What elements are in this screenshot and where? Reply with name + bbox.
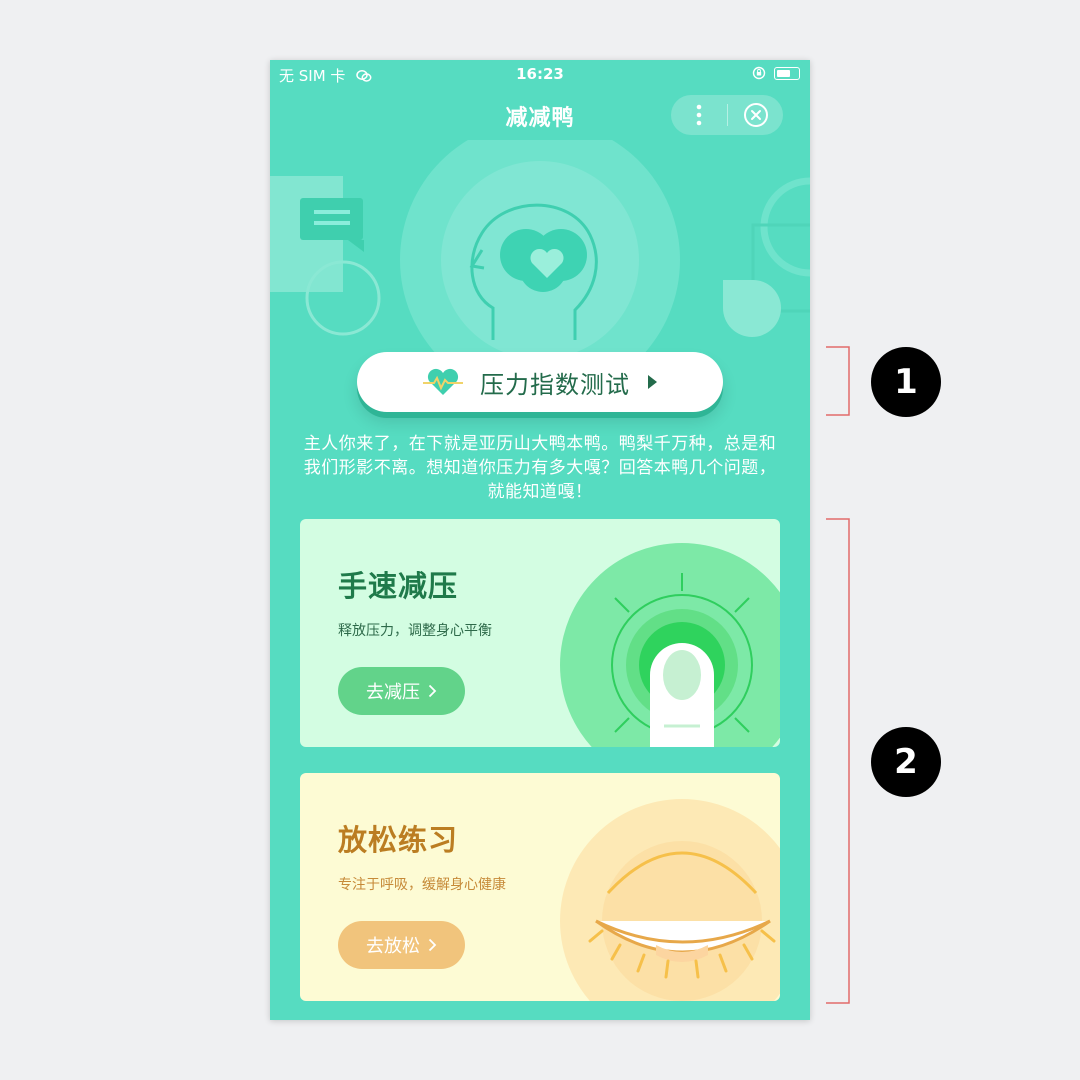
card-subtitle: 释放压力，调整身心平衡	[338, 623, 492, 639]
chevron-right-icon	[428, 684, 437, 698]
callout-badge-1: 1	[871, 347, 941, 417]
card-subtitle: 专注于呼吸，缓解身心健康	[338, 877, 506, 893]
callout-badge-2: 2	[871, 727, 941, 797]
ring-decor-right	[760, 177, 810, 277]
chat-bubble-icon	[300, 198, 363, 240]
pressure-test-label: 压力指数测试	[480, 370, 630, 399]
relax-practice-card[interactable]: 放松练习 专注于呼吸，缓解身心健康 去放松	[300, 773, 780, 1001]
battery-icon	[774, 66, 800, 80]
status-time: 16:23	[516, 65, 564, 83]
close-icon	[743, 103, 768, 127]
more-icon	[696, 104, 702, 126]
more-button[interactable]	[671, 95, 727, 135]
mini-program-capsule	[671, 95, 783, 135]
lock-rotation-icon	[752, 66, 766, 80]
heartbeat-icon	[423, 368, 463, 395]
go-relief-button[interactable]: 去减压	[338, 667, 465, 715]
intro-text: 主人你来了，在下就是亚历山大鸭本鸭。鸭梨千万种，总是和我们形影不离。想知道你压力…	[303, 434, 777, 502]
status-bar: 无 SIM 卡 16:23	[270, 60, 810, 88]
close-button[interactable]	[728, 95, 783, 135]
pressure-test-button[interactable]: 压力指数测试	[357, 352, 723, 412]
speed-relief-card[interactable]: 手速减压 释放压力，调整身心平衡 去减压	[300, 519, 780, 747]
go-relax-button[interactable]: 去放松	[338, 921, 465, 969]
go-relax-label: 去放松	[366, 936, 420, 957]
drop-decor	[723, 280, 781, 337]
closed-eye-illustration	[560, 799, 780, 1001]
phone-screen: 无 SIM 卡 16:23 减减鸭 压力指数测试 主人你来了，在下就是亚历山大鸭…	[270, 60, 810, 1020]
card-title: 手速减压	[338, 569, 459, 603]
finger-tap-illustration	[560, 543, 780, 747]
play-arrow-icon	[648, 375, 657, 389]
callout-bracket-2	[826, 518, 850, 1004]
card-title: 放松练习	[338, 823, 459, 857]
callout-bracket-1	[826, 346, 850, 416]
go-relief-label: 去减压	[366, 682, 420, 703]
hero-illustration	[270, 140, 810, 380]
status-right	[752, 66, 800, 80]
chevron-right-icon	[428, 938, 437, 952]
